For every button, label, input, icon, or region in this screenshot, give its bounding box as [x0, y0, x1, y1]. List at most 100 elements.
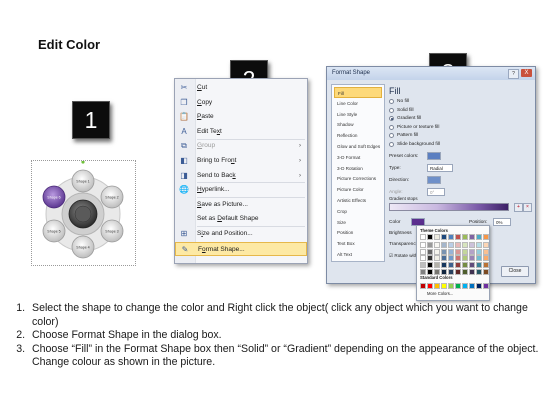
color-swatch[interactable]	[427, 262, 433, 269]
color-swatch[interactable]	[469, 262, 475, 269]
preset-colors-dropdown[interactable]	[427, 152, 441, 160]
color-swatch[interactable]	[455, 248, 461, 255]
menu-item[interactable]: 🌐 Hyperlink...	[175, 183, 307, 197]
fill-option-radio[interactable]: No fill	[389, 98, 529, 106]
color-swatch[interactable]	[462, 262, 468, 269]
color-swatch[interactable]	[427, 241, 433, 248]
close-window-button[interactable]: X	[521, 69, 532, 77]
color-swatch[interactable]	[420, 283, 426, 289]
color-swatch[interactable]	[427, 283, 433, 289]
category-item[interactable]: Artistic Effects	[334, 195, 382, 206]
satellite-shape-3[interactable]: Shape 3	[100, 219, 124, 243]
category-item[interactable]: Line Color	[334, 98, 382, 109]
color-swatch[interactable]	[420, 262, 426, 269]
color-swatch[interactable]	[476, 255, 482, 262]
menu-item[interactable]: ⊞ Size and Position...	[175, 227, 307, 241]
color-swatch[interactable]	[434, 234, 440, 240]
fill-option-radio[interactable]: Picture or texture fill	[389, 124, 529, 132]
position-field[interactable]: 0%	[493, 218, 511, 226]
color-swatch[interactable]	[483, 269, 489, 275]
menu-item[interactable]: ❐ Copy	[175, 96, 307, 110]
fill-option-radio[interactable]: Solid fill	[389, 107, 529, 115]
category-item[interactable]: Fill	[334, 87, 382, 98]
category-item[interactable]: Crop	[334, 206, 382, 217]
satellite-shape-1[interactable]: Shape 1	[71, 169, 95, 193]
color-swatch[interactable]	[462, 234, 468, 240]
category-item[interactable]: 3-D Rotation	[334, 163, 382, 174]
color-swatch[interactable]	[420, 255, 426, 262]
menu-item[interactable]: ◨ Send to Back ›	[175, 169, 307, 183]
menu-item[interactable]: Set as Default Shape	[175, 212, 307, 226]
satellite-shape-6-selected[interactable]: Shape 6	[42, 185, 66, 209]
color-swatch[interactable]	[434, 241, 440, 248]
category-item[interactable]: Size	[334, 217, 382, 228]
help-button[interactable]: ?	[508, 69, 519, 79]
color-swatch[interactable]	[455, 269, 461, 275]
color-swatch[interactable]	[462, 248, 468, 255]
color-swatch[interactable]	[455, 241, 461, 248]
color-swatch[interactable]	[441, 241, 447, 248]
color-swatch[interactable]	[448, 255, 454, 262]
remove-stop-button[interactable]: ×	[523, 203, 532, 212]
shape-canvas[interactable]: Shape 1 Shape 2 Shape 3 Shape 4 Shape 5 …	[31, 160, 136, 266]
category-item[interactable]: Glow and Soft Edges	[334, 141, 382, 152]
color-swatch[interactable]	[469, 283, 475, 289]
color-swatch[interactable]	[476, 248, 482, 255]
more-colors-link[interactable]: More Colors...	[427, 291, 453, 296]
color-swatch[interactable]	[483, 248, 489, 255]
color-swatch[interactable]	[434, 255, 440, 262]
close-button[interactable]: Close	[501, 266, 529, 277]
color-swatch[interactable]	[441, 262, 447, 269]
color-swatch[interactable]	[469, 234, 475, 240]
type-dropdown[interactable]: Radial	[427, 164, 453, 172]
satellite-shape-2[interactable]: Shape 2	[100, 185, 124, 209]
rotate-handle[interactable]	[81, 160, 85, 164]
color-swatch[interactable]	[448, 283, 454, 289]
color-swatch[interactable]	[448, 248, 454, 255]
category-item[interactable]: Line Style	[334, 109, 382, 120]
fill-option-radio[interactable]: Pattern fill	[389, 132, 529, 140]
color-swatch[interactable]	[448, 262, 454, 269]
color-swatch[interactable]	[441, 234, 447, 240]
color-swatch[interactable]	[476, 241, 482, 248]
category-item[interactable]: Shadow	[334, 119, 382, 130]
category-item[interactable]: Picture Color	[334, 184, 382, 195]
color-swatch[interactable]	[434, 248, 440, 255]
color-swatch[interactable]	[476, 283, 482, 289]
menu-item[interactable]: ✎ Format Shape...	[175, 241, 307, 256]
color-swatch[interactable]	[483, 262, 489, 269]
menu-item[interactable]: ◧ Bring to Front ›	[175, 154, 307, 168]
category-item[interactable]: Alt Text	[334, 249, 382, 260]
gradient-stops-bar[interactable]	[389, 203, 509, 211]
color-swatch[interactable]	[420, 234, 426, 240]
color-swatch[interactable]	[462, 269, 468, 275]
color-swatch[interactable]	[469, 269, 475, 275]
fill-option-radio[interactable]: Slide background fill	[389, 141, 529, 149]
direction-dropdown[interactable]	[427, 176, 441, 184]
angle-field[interactable]: 0°	[427, 188, 445, 196]
menu-item[interactable]: A Edit Text	[175, 125, 307, 139]
add-stop-button[interactable]: +	[514, 203, 523, 212]
color-swatch[interactable]	[469, 255, 475, 262]
color-swatch[interactable]	[483, 234, 489, 240]
color-swatch[interactable]	[455, 283, 461, 289]
color-swatch[interactable]	[420, 248, 426, 255]
color-swatch[interactable]	[476, 269, 482, 275]
category-item[interactable]: Text Box	[334, 238, 382, 249]
color-swatch[interactable]	[455, 234, 461, 240]
fill-option-radio[interactable]: Gradient fill	[389, 115, 529, 123]
color-swatch[interactable]	[434, 262, 440, 269]
color-swatch[interactable]	[469, 241, 475, 248]
color-swatch[interactable]	[483, 283, 489, 289]
color-swatch[interactable]	[455, 255, 461, 262]
color-swatch[interactable]	[455, 262, 461, 269]
category-item[interactable]: Picture Corrections	[334, 173, 382, 184]
color-swatch[interactable]	[441, 255, 447, 262]
satellite-shape-5[interactable]: Shape 5	[42, 219, 66, 243]
color-swatch[interactable]	[441, 283, 447, 289]
category-item[interactable]: Position	[334, 227, 382, 238]
menu-item[interactable]: 📋 Paste	[175, 110, 307, 124]
color-swatch[interactable]	[462, 255, 468, 262]
color-swatch[interactable]	[441, 248, 447, 255]
color-swatch[interactable]	[448, 241, 454, 248]
